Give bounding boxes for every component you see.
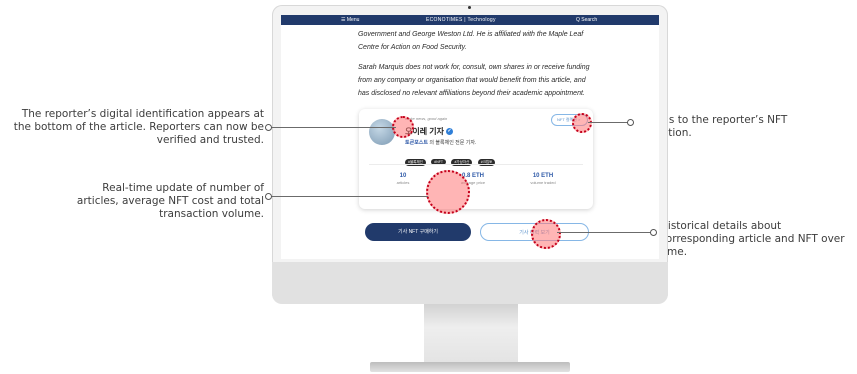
reporter-description: 토큰포스트 의 블록체인 전문 기자. (405, 139, 476, 146)
highlight-nft-button (572, 113, 592, 133)
leader-line (557, 232, 655, 233)
reporter-avatar[interactable] (369, 119, 395, 145)
stat-articles: 10 articles (373, 173, 433, 185)
stat-label: volume traded (530, 180, 556, 185)
monitor-chin (272, 262, 668, 304)
article-paragraph: Sarah Marquis does not work for, consult… (358, 64, 590, 97)
leader-dot (650, 229, 657, 236)
article-body: Government and George Weston Ltd. He is … (358, 28, 594, 107)
site-brand[interactable]: ECONOTIMES | Technology (426, 17, 496, 23)
leader-line (268, 196, 428, 197)
callout-nft-collection: Details to the reporter’s NFT collection… (638, 114, 788, 139)
stat-label: articles (396, 180, 410, 185)
leader-dot (627, 119, 634, 126)
stat-volume: 10 ETH volume traded (513, 173, 573, 185)
reporter-outlet[interactable]: 토큰포스트 (405, 140, 428, 146)
leader-line (268, 127, 396, 128)
highlight-history-button (531, 219, 561, 249)
card-divider (369, 164, 583, 165)
camera-dot (468, 6, 471, 9)
search-button[interactable]: Q Search (576, 17, 597, 23)
callout-identification: The reporter’s digital identification ap… (13, 108, 264, 146)
buy-article-nft-button[interactable]: 기사 NFT 구매하기 (365, 223, 471, 241)
site-header: ☰ Menu ECONOTIMES | Technology Q Search (281, 15, 659, 25)
leader-dot (265, 193, 272, 200)
monitor-stand-foot (370, 362, 570, 372)
callout-history: Historical details about corresponding a… (660, 220, 845, 258)
reporter-tags: #블록체인 #NFT #가상자산 #크립토 (405, 150, 496, 168)
leader-line (588, 122, 632, 123)
screen: ☰ Menu ECONOTIMES | Technology Q Search … (281, 15, 659, 259)
callout-realtime: Real-time update of number of articles, … (76, 182, 264, 220)
stat-value: 10 ETH (532, 173, 554, 179)
article-paragraph: Government and George Weston Ltd. He is … (358, 31, 584, 51)
highlight-stats (426, 170, 470, 214)
stat-value: 10 (399, 173, 407, 179)
menu-button[interactable]: ☰ Menu (341, 17, 359, 23)
monitor-stand-neck (424, 304, 518, 362)
reporter-desc-text: 의 블록체인 전문 기자. (428, 140, 477, 146)
verified-icon: ✓ (446, 128, 454, 136)
leader-dot (265, 124, 272, 131)
